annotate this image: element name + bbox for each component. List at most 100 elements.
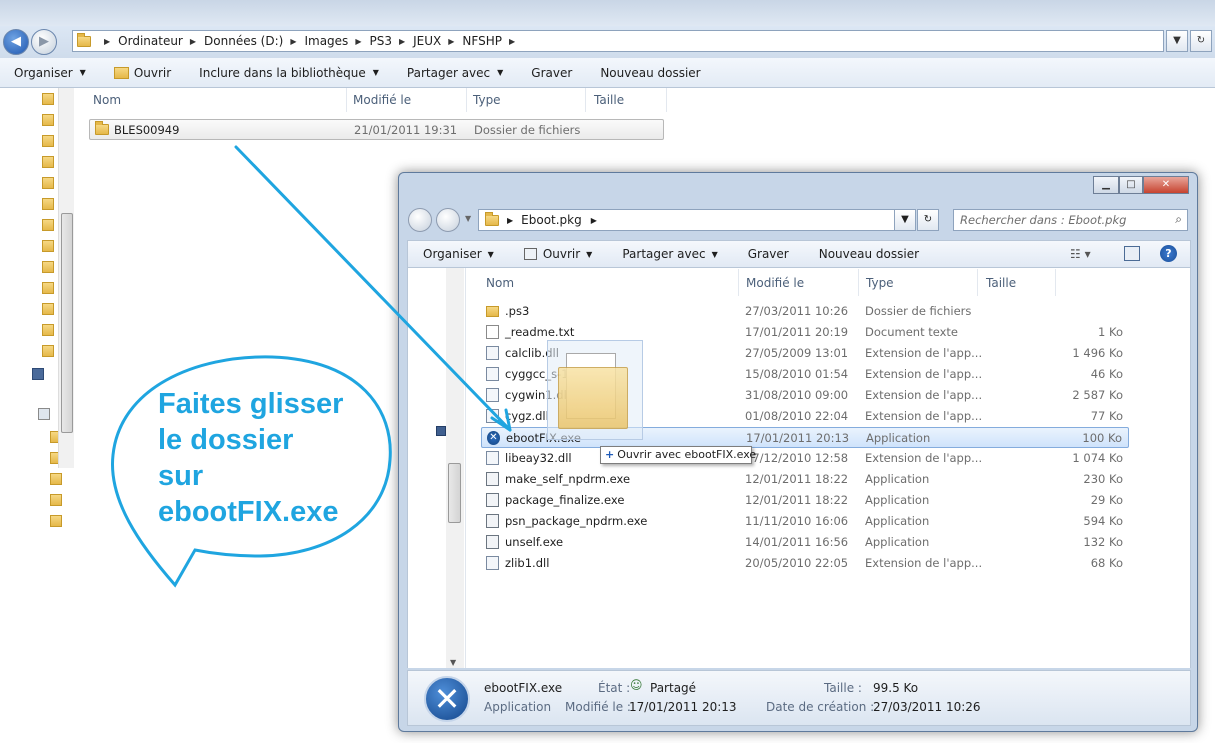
dll-file-icon xyxy=(486,409,499,423)
computer-icon[interactable] xyxy=(436,426,446,436)
nouveau-dossier-button[interactable]: Nouveau dossier xyxy=(586,66,714,80)
file-row[interactable]: package_finalize.exe 12/01/2011 18:22 Appl… xyxy=(481,490,1129,511)
nav-folder-icon[interactable] xyxy=(50,494,62,506)
file-name: _readme.txt xyxy=(505,325,575,339)
breadcrumb-item[interactable]: Données (D:) ▶ xyxy=(204,34,304,48)
scrollbar-thumb[interactable] xyxy=(61,213,73,433)
search-icon: ⌕ xyxy=(1175,212,1182,226)
nav-folder-icon[interactable] xyxy=(42,135,54,147)
organiser-button[interactable]: Organiser ▼ xyxy=(408,247,509,261)
search-input[interactable]: Rechercher dans : Eboot.pkg ⌕ xyxy=(953,209,1188,231)
details-modifie-label: Modifié le : xyxy=(565,700,631,714)
file-size: 2 587 Ko xyxy=(1072,388,1123,402)
file-name: psn_package_npdrm.exe xyxy=(505,514,648,528)
computer-icon[interactable] xyxy=(32,368,44,380)
address-bar[interactable]: ▶ Eboot.pkg ▶ xyxy=(478,209,914,231)
graver-button[interactable]: Graver xyxy=(517,66,586,80)
column-header-type[interactable]: Type xyxy=(469,88,586,112)
column-header-nom[interactable]: Nom xyxy=(89,88,347,112)
nav-folder-icon[interactable] xyxy=(42,345,54,357)
nav-folder-icon[interactable] xyxy=(42,303,54,315)
forward-button[interactable] xyxy=(436,208,460,232)
file-size: 77 Ko xyxy=(1090,409,1123,423)
view-options-icon[interactable]: ☷ ▾ xyxy=(1070,247,1091,261)
navigation-scrollbar[interactable]: ▼ xyxy=(446,268,464,668)
application-icon xyxy=(486,493,499,507)
file-type: Dossier de fichiers xyxy=(865,304,972,318)
column-label: Nom xyxy=(93,93,122,107)
file-row[interactable]: unself.exe 14/01/2011 16:56 Application 132… xyxy=(481,532,1129,553)
organiser-button[interactable]: Organiser ▼ xyxy=(0,66,100,80)
column-header-type[interactable]: Type xyxy=(861,269,978,296)
forward-button[interactable]: ▶ xyxy=(31,29,57,55)
address-dropdown-button[interactable]: ▼ xyxy=(894,209,916,231)
graver-button[interactable]: Graver xyxy=(733,247,804,261)
breadcrumb-item[interactable]: PS3 ▶ xyxy=(369,34,413,48)
maximize-button[interactable]: □ xyxy=(1119,176,1143,194)
scroll-down-icon[interactable]: ▼ xyxy=(450,658,456,667)
nav-folder-icon[interactable] xyxy=(42,261,54,273)
partager-button[interactable]: Partager avec ▼ xyxy=(607,247,732,261)
refresh-button[interactable]: ↻ xyxy=(917,209,939,231)
ouvrir-button[interactable]: Ouvrir ▼ xyxy=(509,247,608,261)
foreground-address-row: ▼ ▶ Eboot.pkg ▶ ▼ ↻ Rechercher dans : Eb… xyxy=(408,207,1188,233)
search-placeholder: Rechercher dans : Eboot.pkg xyxy=(960,213,1127,227)
navigation-scrollbar[interactable] xyxy=(58,88,74,468)
preview-pane-icon[interactable] xyxy=(1124,246,1140,261)
ouvrir-button[interactable]: Ouvrir xyxy=(100,66,185,80)
file-type: Extension de l'app... xyxy=(865,346,983,360)
file-row[interactable]: .ps3 27/03/2011 10:26 Dossier de fichiers xyxy=(481,301,1129,322)
file-row[interactable]: zlib1.dll 20/05/2010 22:05 Extension de l'… xyxy=(481,553,1129,574)
details-creation-value: 27/03/2011 10:26 xyxy=(873,700,981,714)
refresh-button[interactable]: ↻ xyxy=(1190,30,1212,52)
minimize-button[interactable]: ▁ xyxy=(1093,176,1119,194)
inclure-bibliotheque-button[interactable]: Inclure dans la bibliothèque ▼ xyxy=(185,66,393,80)
breadcrumb-item[interactable]: Images ▶ xyxy=(304,34,369,48)
back-button[interactable]: ◀ xyxy=(3,29,29,55)
dropdown-arrow-icon: ▼ xyxy=(586,249,593,259)
breadcrumb-item[interactable]: NFSHP ▶ xyxy=(462,34,523,48)
column-header-modifie[interactable]: Modifié le xyxy=(741,269,859,296)
file-row[interactable]: libeay32.dll 17/12/2010 12:58 Extension de… xyxy=(481,448,1129,469)
breadcrumb-item[interactable]: Eboot.pkg xyxy=(521,213,582,227)
background-titlebar xyxy=(0,0,1215,26)
nouveau-dossier-button[interactable]: Nouveau dossier xyxy=(804,247,934,261)
nav-folder-icon[interactable] xyxy=(42,177,54,189)
scrollbar-thumb[interactable] xyxy=(448,463,461,523)
address-bar[interactable]: ▶ Ordinateur ▶ Données (D:) ▶ Images ▶ PS3 ▶… xyxy=(72,30,1164,52)
nav-folder-icon[interactable] xyxy=(42,198,54,210)
nav-folder-icon[interactable] xyxy=(42,93,54,105)
file-size: 29 Ko xyxy=(1090,493,1123,507)
column-header-nom[interactable]: Nom xyxy=(481,269,739,296)
column-header-modifie[interactable]: Modifié le xyxy=(349,88,467,112)
dll-file-icon xyxy=(486,346,499,360)
file-type: Extension de l'app... xyxy=(865,367,983,381)
nav-folder-icon[interactable] xyxy=(50,515,62,527)
breadcrumb-item[interactable]: Ordinateur ▶ xyxy=(118,34,204,48)
nav-folder-icon[interactable] xyxy=(42,156,54,168)
nav-folder-icon[interactable] xyxy=(42,114,54,126)
folder-icon xyxy=(558,367,628,429)
column-header-taille[interactable]: Taille xyxy=(590,88,667,112)
file-name: make_self_npdrm.exe xyxy=(505,472,631,486)
address-dropdown-button[interactable]: ▼ xyxy=(1166,30,1188,52)
nav-folder-icon[interactable] xyxy=(42,324,54,336)
nav-folder-icon[interactable] xyxy=(50,473,62,485)
close-button[interactable]: ✕ xyxy=(1143,176,1189,194)
nav-folder-icon[interactable] xyxy=(42,282,54,294)
dll-file-icon xyxy=(486,388,499,402)
file-row[interactable]: psn_package_npdrm.exe 11/11/2010 16:06 App… xyxy=(481,511,1129,532)
help-icon[interactable]: ? xyxy=(1160,245,1177,262)
partager-button[interactable]: Partager avec ▼ xyxy=(393,66,517,80)
back-button[interactable] xyxy=(408,208,432,232)
folder-row[interactable]: BLES00949 21/01/2011 19:31 Dossier de fi… xyxy=(89,119,664,140)
breadcrumb-item[interactable]: JEUX ▶ xyxy=(413,34,462,48)
network-icon[interactable] xyxy=(38,408,50,420)
nav-folder-icon[interactable] xyxy=(42,219,54,231)
breadcrumb-chevron-icon: ▶ xyxy=(507,215,514,225)
column-header-taille[interactable]: Taille xyxy=(981,269,1056,296)
nav-folder-icon[interactable] xyxy=(42,240,54,252)
file-row[interactable]: make_self_npdrm.exe 12/01/2011 18:22 Appli… xyxy=(481,469,1129,490)
folder-icon xyxy=(95,121,109,135)
recent-pages-icon[interactable]: ▼ xyxy=(465,214,471,223)
